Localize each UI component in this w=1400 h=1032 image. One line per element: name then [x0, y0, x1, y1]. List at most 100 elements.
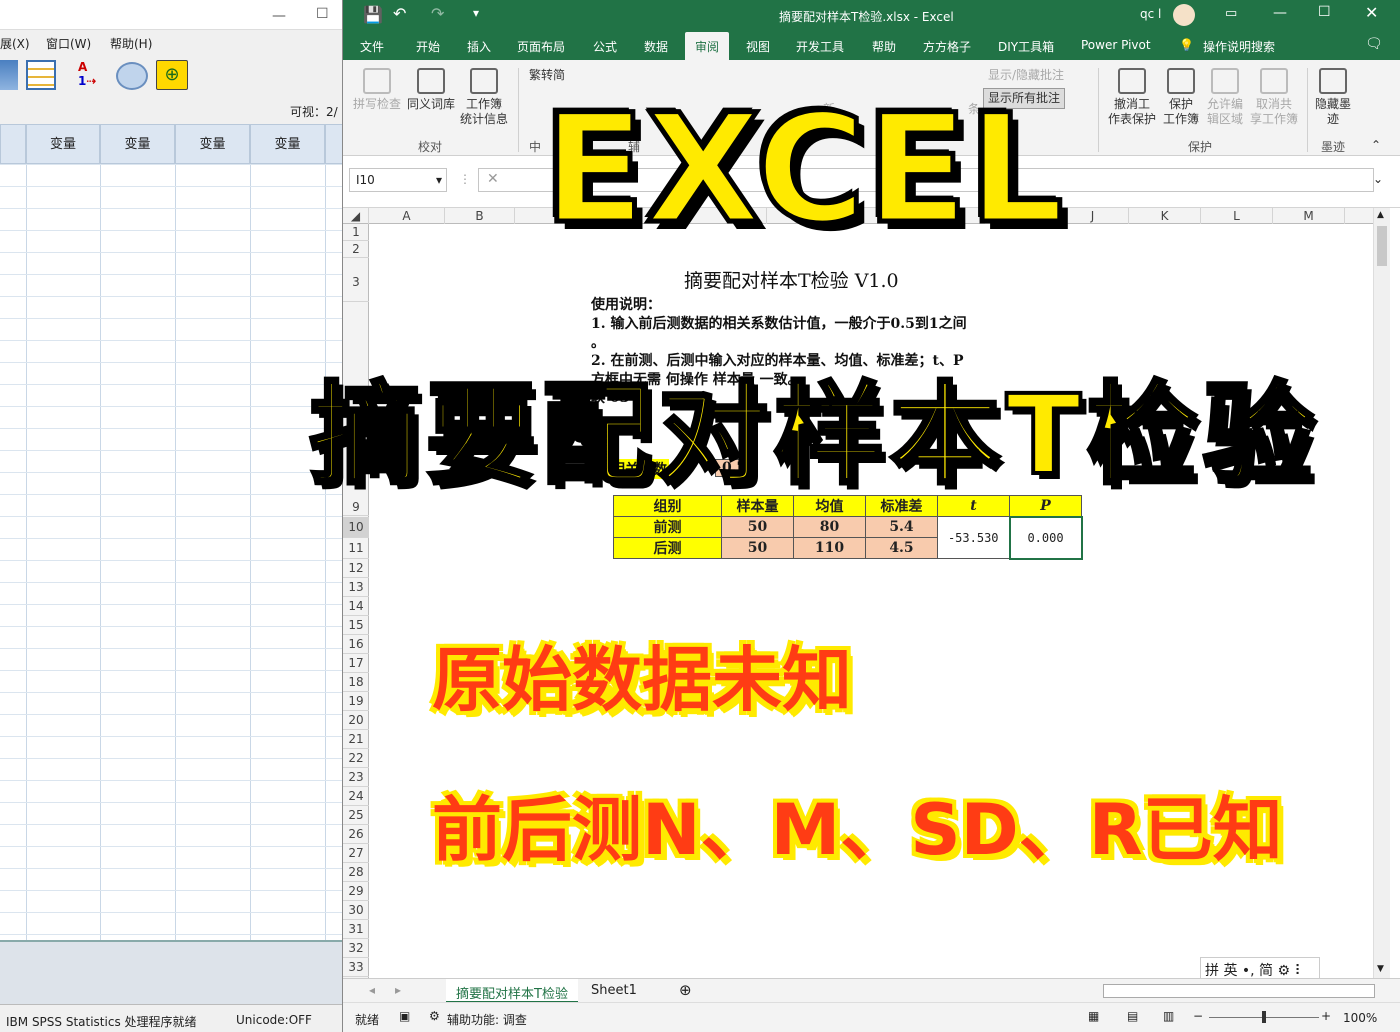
tab-page-layout[interactable]: 页面布局 [517, 38, 565, 55]
row-header[interactable]: 12 [343, 559, 369, 578]
row-header[interactable]: 20 [343, 711, 369, 730]
value-labels-icon[interactable]: A 1⇢ [78, 60, 106, 90]
column-header-m[interactable]: M [1273, 208, 1345, 224]
menu-help[interactable]: 帮助(H) [110, 35, 152, 52]
tab-view[interactable]: 视图 [746, 38, 770, 55]
add-icon[interactable]: ⊕ [156, 60, 188, 90]
tab-file[interactable]: 文件 [360, 38, 384, 55]
hide-ink-button[interactable]: 隐藏墨 迹 [1311, 68, 1355, 127]
collapse-ribbon-icon[interactable]: ⌃ [1371, 138, 1381, 152]
column-header-a[interactable]: A [369, 208, 445, 224]
vertical-scrollbar[interactable]: ▲ ▼ [1373, 208, 1390, 978]
row-header[interactable]: 24 [343, 787, 369, 806]
tab-formulas[interactable]: 公式 [593, 38, 617, 55]
t-value-cell[interactable]: -53.530 [937, 516, 1010, 559]
row-header[interactable]: 27 [343, 844, 369, 863]
expand-formula-icon[interactable]: ⌄ [1373, 172, 1383, 186]
column-header[interactable]: 变量 [250, 124, 325, 164]
accessibility-status[interactable]: 辅助功能: 调查 [447, 1011, 527, 1028]
spss-view-tabs[interactable] [0, 940, 342, 1004]
cancel-icon[interactable]: ✕ [487, 171, 499, 187]
variables-icon[interactable] [26, 60, 56, 90]
row-header[interactable]: 25 [343, 806, 369, 825]
table-icon[interactable] [0, 60, 18, 90]
row-header[interactable]: 21 [343, 730, 369, 749]
tab-diy[interactable]: DIY工具箱 [998, 38, 1054, 55]
zoom-out-icon[interactable]: − [1193, 1009, 1203, 1023]
row-header[interactable]: 14 [343, 597, 369, 616]
row-header[interactable]: 3 [343, 262, 369, 302]
row-header[interactable]: 1 [343, 224, 369, 241]
tab-review[interactable]: 审阅 [685, 32, 730, 60]
undo-icon[interactable]: ↶ [393, 4, 406, 23]
name-box[interactable]: I10 ▾ [349, 168, 447, 192]
zoom-level[interactable]: 100% [1343, 1011, 1377, 1025]
unshare-workbook-button[interactable]: 取消共 享工作簿 [1247, 68, 1301, 127]
macro-record-icon[interactable]: ▣ [399, 1009, 410, 1023]
row-header[interactable]: 15 [343, 616, 369, 635]
ime-toolbar[interactable]: 拼 英 •, 简 ⚙ ⠇ [1200, 957, 1320, 979]
horizontal-scrollbar[interactable] [1103, 984, 1375, 998]
tab-data[interactable]: 数据 [644, 38, 668, 55]
thesaurus-button[interactable]: 同义词库 [405, 68, 457, 112]
allow-edit-ranges-button[interactable]: 允许编 辑区域 [1203, 68, 1247, 127]
avatar[interactable] [1173, 4, 1195, 26]
column-header[interactable]: 变量 [26, 124, 100, 164]
tell-me-search[interactable]: 操作说明搜索 [1203, 38, 1275, 55]
column-header[interactable]: 变量 [175, 124, 250, 164]
add-sheet-icon[interactable]: ⊕ [679, 981, 692, 999]
spss-data-grid[interactable]: 变量 变量 变量 变量 [0, 124, 342, 940]
maximize-icon[interactable]: ☐ [316, 6, 329, 22]
tab-home[interactable]: 开始 [416, 38, 440, 55]
column-header-b[interactable]: B [445, 208, 515, 224]
tab-insert[interactable]: 插入 [467, 38, 491, 55]
row-header[interactable]: 33 [343, 958, 369, 977]
close-icon[interactable]: ✕ [1365, 3, 1378, 22]
row-header[interactable]: 22 [343, 749, 369, 768]
column-header-j[interactable]: J [1057, 208, 1129, 224]
show-hide-comment-button[interactable]: 显示/隐藏批注 [988, 68, 1064, 83]
page-layout-view-icon[interactable]: ▤ [1127, 1009, 1138, 1023]
row-header[interactable]: 30 [343, 901, 369, 920]
row-header[interactable]: 13 [343, 578, 369, 597]
spelling-button[interactable]: 拼写检查 [349, 68, 405, 112]
menu-window[interactable]: 窗口(W) [46, 35, 91, 52]
save-icon[interactable]: 💾 [363, 5, 383, 24]
row-header[interactable]: 23 [343, 768, 369, 787]
tab-power-pivot[interactable]: Power Pivot [1081, 38, 1151, 52]
page-break-view-icon[interactable]: ▥ [1163, 1009, 1174, 1023]
row-header[interactable]: 18 [343, 673, 369, 692]
row-header[interactable]: 17 [343, 654, 369, 673]
select-all-corner[interactable]: ◢ [343, 208, 369, 224]
customize-qat-icon[interactable]: ▾ [473, 6, 479, 20]
row-header[interactable]: 9 [343, 499, 369, 516]
row-header[interactable]: 28 [343, 863, 369, 882]
n-pre-cell[interactable]: 50 [721, 516, 794, 538]
row-header[interactable]: 26 [343, 825, 369, 844]
maximize-icon[interactable]: ☐ [1318, 4, 1331, 20]
row-header[interactable]: 11 [343, 538, 369, 559]
tab-developer[interactable]: 开发工具 [796, 38, 844, 55]
mean-pre-cell[interactable]: 80 [793, 516, 866, 538]
venn-icon[interactable] [116, 62, 148, 90]
row-header[interactable]: 31 [343, 920, 369, 939]
row-header[interactable]: 10 [343, 517, 369, 538]
p-value-cell[interactable]: 0.000 [1008, 515, 1083, 560]
row-header[interactable]: 32 [343, 939, 369, 958]
prev-sheet-icon[interactable]: ◂ [369, 983, 375, 997]
scroll-down-icon[interactable]: ▼ [1377, 964, 1384, 974]
zoom-in-icon[interactable]: + [1321, 1009, 1331, 1023]
tab-ffgz[interactable]: 方方格子 [923, 38, 971, 55]
comment-icon[interactable]: 🗨 [1365, 36, 1383, 52]
redo-icon[interactable]: ↷ [431, 4, 444, 23]
row-header[interactable]: 19 [343, 692, 369, 711]
trad-to-simp-button[interactable]: 繁转简 [529, 68, 565, 83]
next-sheet-icon[interactable]: ▸ [395, 983, 401, 997]
minimize-icon[interactable]: — [272, 8, 286, 24]
column-header[interactable]: 变量 [100, 124, 175, 164]
unprotect-sheet-button[interactable]: 撤消工 作表保护 [1105, 68, 1159, 127]
row-header[interactable]: 16 [343, 635, 369, 654]
normal-view-icon[interactable]: ▦ [1088, 1009, 1099, 1023]
column-header-k[interactable]: K [1129, 208, 1201, 224]
sd-pre-cell[interactable]: 5.4 [865, 516, 938, 538]
